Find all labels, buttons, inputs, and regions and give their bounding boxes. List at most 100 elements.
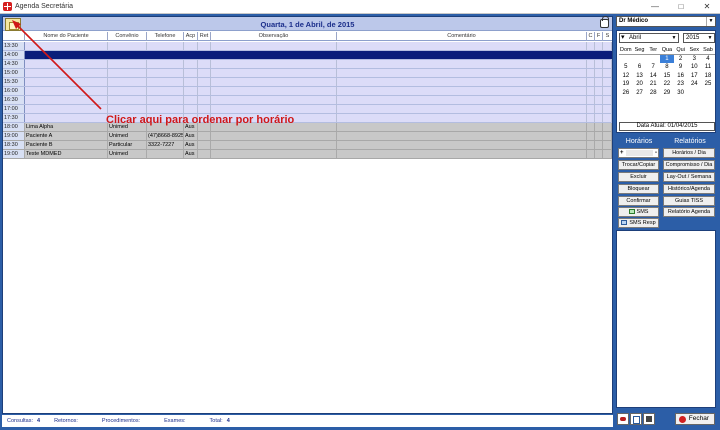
calendar-day[interactable]: 18 <box>701 72 715 81</box>
table-row-selected[interactable]: 14:00 <box>3 51 612 60</box>
minimize-button[interactable]: — <box>642 0 668 14</box>
calendar-day[interactable]: 24 <box>687 80 701 89</box>
copy-icon[interactable] <box>630 413 642 425</box>
calendar-day[interactable] <box>687 89 701 98</box>
calendar-day[interactable]: 5 <box>619 63 633 72</box>
year-select[interactable]: 2015 ▼ <box>683 33 715 43</box>
compromisso-dia-button[interactable]: Compromisso / Dia <box>663 160 715 170</box>
table-row[interactable]: 15:30 <box>3 78 612 87</box>
phone-icon[interactable] <box>617 413 629 425</box>
doctor-select-value: Dr Médico <box>619 18 649 24</box>
patient-phone <box>147 150 184 158</box>
table-row[interactable]: 16:30 <box>3 96 612 105</box>
calendar-day[interactable]: 4 <box>701 55 715 64</box>
column-header-ret[interactable]: Ret <box>198 32 211 41</box>
decrease-slot-button[interactable]: - <box>655 149 657 157</box>
horarios-dia-button[interactable]: Horários / Dia <box>663 148 715 158</box>
chevron-down-icon[interactable]: ▼ <box>706 17 715 26</box>
column-header-observation[interactable]: Observação <box>211 32 337 41</box>
app-logo-icon <box>3 2 12 11</box>
calendar-day[interactable]: 30 <box>674 89 688 98</box>
column-header-phone[interactable]: Telefone <box>147 32 184 41</box>
relatorio-agenda-button[interactable]: Relatório Agenda <box>663 207 715 217</box>
calendar-day[interactable]: 16 <box>674 72 688 81</box>
table-row[interactable]: 17:30 <box>3 114 612 123</box>
calendar-day[interactable]: 19 <box>619 80 633 89</box>
table-row[interactable]: 15:00 <box>3 69 612 78</box>
calendar-day[interactable]: 6 <box>633 63 647 72</box>
column-headers: Nome do Paciente Convênio Telefone Acp R… <box>3 32 612 41</box>
calendar-day[interactable]: 10 <box>687 63 701 72</box>
calendar-day[interactable]: 26 <box>619 89 633 98</box>
calendar-day[interactable] <box>701 89 715 98</box>
table-row[interactable]: 14:30 <box>3 60 612 69</box>
appointment-row[interactable]: 18:00 Lima Alpha Unimed Aus <box>3 123 612 132</box>
increase-slot-button[interactable]: + <box>620 149 624 157</box>
close-window-button[interactable]: ✕ <box>694 0 720 14</box>
appointment-row[interactable]: 19:00 Teste MDMED Unimed Aus <box>3 150 612 159</box>
table-row[interactable]: 13:30 <box>3 42 612 51</box>
save-icon[interactable] <box>643 413 655 425</box>
column-header-insurance[interactable]: Convênio <box>108 32 147 41</box>
delete-button[interactable]: Excluir <box>618 172 659 182</box>
total-label: Total: <box>209 418 223 424</box>
calendar-day[interactable]: 21 <box>646 80 660 89</box>
calendar-day[interactable]: 15 <box>660 72 674 81</box>
column-header-acp[interactable]: Acp <box>184 32 198 41</box>
calendar-day[interactable]: 25 <box>701 80 715 89</box>
doctor-select[interactable]: Dr Médico ▼ <box>616 16 716 27</box>
sms-icon <box>628 209 635 215</box>
appointment-row[interactable]: 18:30 Paciente B Particular 3322-7227 Au… <box>3 141 612 150</box>
calendar-day[interactable]: 13 <box>633 72 647 81</box>
chevron-down-icon[interactable]: ▼ <box>706 34 714 42</box>
calendar-day[interactable]: 29 <box>660 89 674 98</box>
appointment-status: Aus <box>184 141 198 149</box>
slot-time: 13:30 <box>3 42 25 50</box>
column-header-comment[interactable]: Comentário <box>337 32 587 41</box>
guias-tiss-button[interactable]: Guias TISS <box>663 196 715 206</box>
column-header-f[interactable]: F <box>595 32 603 41</box>
table-row[interactable]: 17:00 <box>3 105 612 114</box>
calendar-day[interactable]: 3 <box>687 55 701 64</box>
calendar-day[interactable]: 11 <box>701 63 715 72</box>
date-header: Quarta, 1 de Abril, de 2015 <box>3 16 612 31</box>
calendar-day[interactable]: 2 <box>674 55 688 64</box>
calendar-day[interactable]: 20 <box>633 80 647 89</box>
slot-stepper[interactable]: + - <box>618 148 659 158</box>
chevron-down-icon[interactable]: ▼ <box>670 34 678 42</box>
calendar-day[interactable]: 14 <box>646 72 660 81</box>
prev-month-icon[interactable]: ▾ <box>621 34 625 42</box>
month-select[interactable]: ▾ Abril ▼ <box>619 33 679 43</box>
calendar-day[interactable]: 12 <box>619 72 633 81</box>
weekday-label: Ter <box>646 46 661 55</box>
calendar-day[interactable] <box>646 55 660 64</box>
historico-agenda-button[interactable]: Histórico/Agenda <box>663 184 715 194</box>
bottom-toolbar <box>617 413 656 425</box>
confirm-button[interactable]: Confirmar <box>618 196 659 206</box>
layout-semana-button[interactable]: Lay-Out / Semana <box>663 172 715 182</box>
sms-button[interactable]: SMS <box>618 207 659 217</box>
column-header-s[interactable]: S <box>603 32 612 41</box>
maximize-button[interactable]: □ <box>668 0 694 14</box>
appointment-row[interactable]: 19:00 Paciente A Unimed (47)8668-8925 Au… <box>3 132 612 141</box>
column-header-c[interactable]: C <box>587 32 595 41</box>
calendar-day[interactable]: 17 <box>687 72 701 81</box>
calendar-day[interactable] <box>633 55 647 64</box>
block-button[interactable]: Bloquear <box>618 184 659 194</box>
lock-icon[interactable] <box>600 16 609 28</box>
notes-area[interactable] <box>616 230 716 408</box>
calendar-day[interactable]: 8 <box>660 63 674 72</box>
calendar-day[interactable]: 9 <box>674 63 688 72</box>
calendar-day[interactable]: 28 <box>646 89 660 98</box>
calendar-day-today[interactable]: 1 <box>660 54 674 63</box>
calendar-day[interactable]: 27 <box>633 89 647 98</box>
calendar-day[interactable]: 22 <box>660 80 674 89</box>
calendar-day[interactable] <box>619 55 633 64</box>
table-row[interactable]: 16:00 <box>3 87 612 96</box>
calendar-day[interactable]: 7 <box>646 63 660 72</box>
column-header-name[interactable]: Nome do Paciente <box>25 32 108 41</box>
calendar-day[interactable]: 23 <box>674 80 688 89</box>
sms-resp-button[interactable]: SMS Resp <box>618 218 659 228</box>
swap-copy-button[interactable]: Trocar/Copiar <box>618 160 659 170</box>
fechar-button[interactable]: Fechar <box>675 413 715 425</box>
